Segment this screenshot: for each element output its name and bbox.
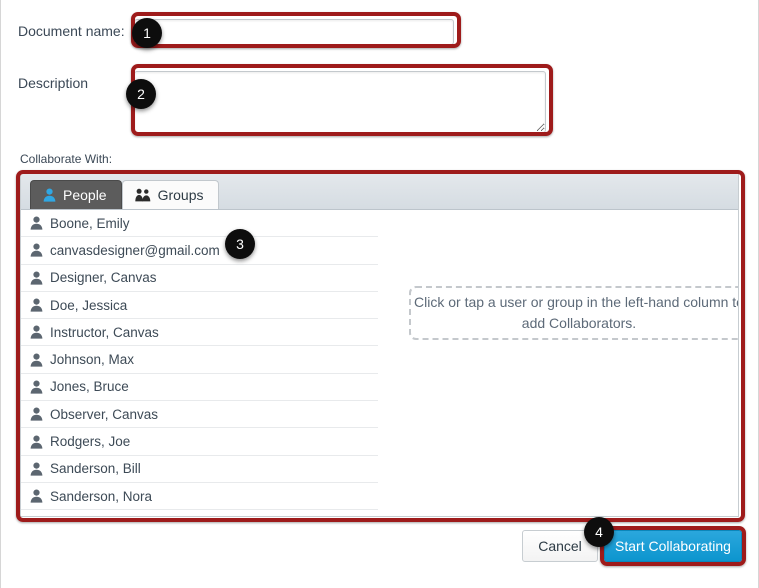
collaborate-with-label: Collaborate With: [20,152,113,166]
list-item[interactable]: Observer, Canvas [21,401,378,429]
list-item[interactable]: Jones, Bruce [21,374,378,402]
list-item-label: Designer, Canvas [50,270,157,286]
person-icon [30,298,43,312]
list-item-label: Jones, Bruce [50,379,129,395]
list-item-label: Sanderson, Nora [50,488,153,504]
list-item[interactable]: Rodgers, Joe [21,428,378,456]
list-item[interactable]: Designer, Canvas [21,265,378,292]
list-item-label: Instructor, Canvas [50,324,159,340]
list-item[interactable]: Sanderson, Bill [21,456,378,483]
person-icon [30,216,43,230]
list-item[interactable]: canvasdesigner@gmail.com [21,237,378,265]
group-icon [134,188,151,202]
person-icon [30,243,43,258]
collaborations-form-page: Document name: Description Collaborate W… [0,0,759,588]
person-icon [30,435,43,449]
list-item[interactable]: Instructor, Canvas [21,319,378,347]
list-item[interactable]: Sanderson, Nora [21,483,378,511]
collaborators-dropzone-text: Click or tap a user or group in the left… [414,294,739,331]
list-item[interactable]: Doe, Jessica [21,292,378,320]
list-item-label: Johnson, Max [50,352,135,368]
person-icon [30,353,43,367]
person-icon [30,489,43,503]
person-icon [30,380,43,394]
person-icon [30,462,43,476]
collaborators-dropzone[interactable]: Click or tap a user or group in the left… [409,286,739,340]
list-item-label: Rodgers, Joe [50,434,131,450]
form-footer: Cancel Start Collaborating [1,530,759,570]
tab-groups-label: Groups [157,187,204,203]
tab-people-label: People [63,187,107,203]
list-item-label: Boone, Emily [50,215,130,231]
person-icon [30,325,43,339]
list-item-label: canvasdesigner@gmail.com [50,242,220,258]
tab-people[interactable]: People [30,180,122,209]
description-textarea[interactable] [134,71,546,133]
list-item[interactable]: Johnson, Max [21,346,378,374]
collaborate-with-panel: People Groups Boone, Emily canvasdesigne… [20,172,739,517]
list-item-label: Doe, Jessica [50,297,128,313]
document-name-label: Document name: [18,23,125,39]
document-name-row: Document name: [18,19,488,49]
person-icon [43,188,56,202]
tab-groups[interactable]: Groups [121,180,219,209]
description-label: Description [18,75,89,91]
collaborator-tab-bar: People Groups [21,173,738,210]
start-collaborating-button[interactable]: Start Collaborating [604,530,742,562]
person-icon [30,407,43,421]
list-item[interactable]: Boone, Emily [21,210,378,238]
list-item-label: Observer, Canvas [50,406,159,422]
people-list[interactable]: Boone, Emily canvasdesigner@gmail.com De… [21,210,378,516]
person-icon [30,271,43,285]
cancel-button[interactable]: Cancel [522,530,598,562]
list-item-label: Sanderson, Bill [50,461,141,477]
document-name-input[interactable] [134,19,454,45]
collaborator-panel-body: Boone, Emily canvasdesigner@gmail.com De… [21,210,739,516]
